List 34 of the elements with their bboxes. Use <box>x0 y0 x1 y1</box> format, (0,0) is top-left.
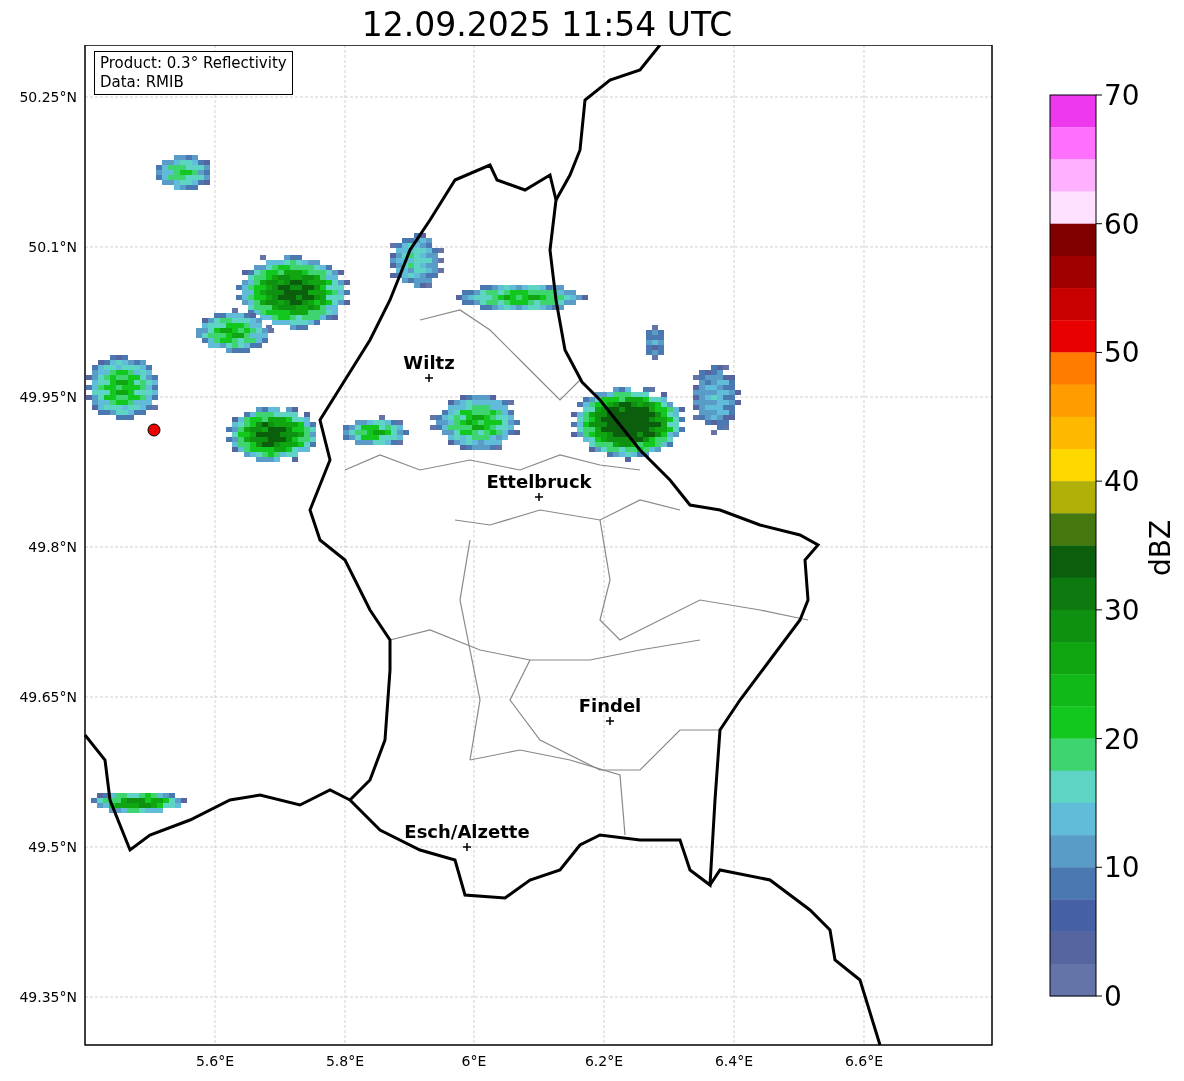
axis-tick-label: 50.1°N <box>28 239 77 255</box>
place-label: Findel <box>578 695 642 716</box>
colorbar-tick-label: 20 <box>1104 722 1140 756</box>
place-label: Ettelbruck <box>486 471 592 492</box>
axis-tick-label: 5.6°E <box>195 1053 235 1069</box>
colorbar-tick-label: 10 <box>1104 851 1140 885</box>
city-marker-icon <box>462 842 472 852</box>
axis-tick-label: 49.8°N <box>28 539 77 555</box>
colorbar-tick-label: 40 <box>1104 465 1140 499</box>
axis-tick-label: 49.95°N <box>19 389 77 405</box>
city-marker-icon <box>424 373 434 383</box>
chart-title: 12.09.2025 11:54 UTC <box>361 5 733 45</box>
info-text: Data: RMIB <box>100 73 185 92</box>
axis-tick-label: 6.4°E <box>714 1053 754 1069</box>
axis-tick-label: 50.25°N <box>19 89 77 105</box>
colorbar-tick-label: 50 <box>1104 336 1140 370</box>
info-text: Product: 0.3° Reflectivity <box>100 54 287 73</box>
colorbar-label: dBZ <box>1144 519 1177 577</box>
axis-tick-label: 49.65°N <box>19 689 77 705</box>
colorbar-tick-label: 30 <box>1104 593 1140 627</box>
city-marker-icon <box>605 716 615 726</box>
radar-site-icon <box>147 423 161 437</box>
axis-tick-label: 49.5°N <box>28 839 77 855</box>
colorbar-tick-label: 70 <box>1104 79 1140 112</box>
place-label: Esch/Alzette <box>404 821 530 842</box>
axis-tick-label: 5.8°E <box>325 1053 365 1069</box>
axis-tick-label: 6°E <box>461 1053 487 1069</box>
axis-tick-label: 49.35°N <box>19 989 77 1005</box>
city-marker-icon <box>534 492 544 502</box>
place-label: Wiltz <box>403 352 455 373</box>
colorbar-tick-label: 60 <box>1104 207 1140 241</box>
colorbar-tick-label: 0 <box>1104 980 1122 1013</box>
axis-tick-label: 6.6°E <box>844 1053 884 1069</box>
axis-tick-label: 6.2°E <box>584 1053 624 1069</box>
